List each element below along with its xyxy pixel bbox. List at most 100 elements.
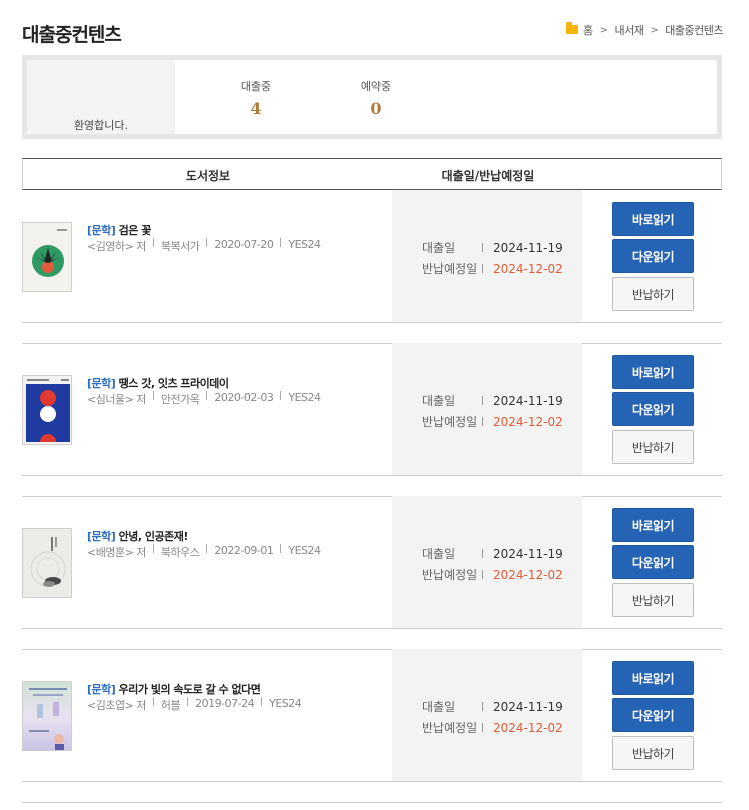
loan-summary-box: 환영합니다. 대출중 4 예약중 0 (22, 55, 722, 139)
table-row: [문학] 땡스 갓, 잇츠 프라이데이 <심너울> 저 안전가옥 2020-02… (22, 343, 722, 476)
date-divider (482, 723, 483, 732)
meta-divider (152, 391, 154, 400)
book-pub-date: 2022-09-01 (214, 544, 274, 557)
due-date-label: 반납예정일 (422, 721, 478, 735)
return-button[interactable]: 반납하기 (612, 430, 694, 464)
meta-divider (280, 544, 282, 553)
table-row: [문학] 안녕, 인공존재! <배명훈> 저 북하우스 2022-09-01 Y… (22, 496, 722, 629)
download-read-button[interactable]: 다운읽기 (612, 545, 694, 579)
due-date-line: 반납예정일 2024-12-02 (422, 413, 563, 430)
book-cover[interactable] (22, 681, 72, 751)
return-button[interactable]: 반납하기 (612, 583, 694, 617)
download-read-button[interactable]: 다운읽기 (612, 392, 694, 426)
loan-date-line: 대출일 2024-11-19 (422, 545, 563, 562)
loan-date-line: 대출일 2024-11-19 (422, 698, 563, 715)
book-cover-image (23, 376, 71, 444)
due-date-label: 반납예정일 (422, 262, 478, 276)
loan-date-value: 2024-11-19 (493, 240, 563, 255)
download-read-button[interactable]: 다운읽기 (612, 239, 694, 273)
book-cover[interactable] (22, 375, 72, 445)
loan-date-label: 대출일 (422, 394, 456, 408)
book-cover[interactable] (22, 528, 72, 598)
stat-label: 예약중 (360, 80, 392, 93)
book-category: [문학] (87, 530, 116, 543)
date-cell: 대출일 2024-11-19 반납예정일 2024-12-02 (392, 343, 582, 475)
book-author: <김초엽> 저 (87, 699, 146, 712)
date-divider (482, 243, 483, 252)
read-now-button[interactable]: 바로읽기 (612, 661, 694, 695)
meta-divider (206, 391, 208, 400)
book-publisher: 복복서가 (160, 240, 200, 253)
stat-loaned: 대출중 4 (216, 78, 296, 118)
page-title: 대출중컨텐츠 (22, 24, 122, 46)
table-row: [문학] 우리가 빛의 속도로 갈 수 없다면 <김초엽> 저 허블 2019-… (22, 649, 722, 782)
chevron-right-icon: > (650, 24, 659, 36)
header-dates: 대출일/반납예정일 (441, 169, 535, 183)
loan-date-value: 2024-11-19 (493, 393, 563, 408)
date-divider (482, 702, 483, 711)
stat-value[interactable]: 0 (336, 99, 416, 118)
book-vendor: YES24 (288, 391, 321, 404)
book-title[interactable]: [문학] 검은 꽃 (87, 222, 151, 238)
read-now-button[interactable]: 바로읽기 (612, 355, 694, 389)
read-now-button[interactable]: 바로읽기 (612, 202, 694, 236)
book-category: [문학] (87, 377, 116, 390)
due-date-value: 2024-12-02 (493, 720, 563, 735)
welcome-text: 환영합니다. (73, 119, 129, 132)
meta-divider (280, 238, 282, 247)
date-cell: 대출일 2024-11-19 반납예정일 2024-12-02 (392, 649, 582, 781)
book-title-text: 땡스 갓, 잇츠 프라이데이 (118, 377, 229, 390)
book-cover[interactable] (22, 222, 72, 292)
book-title[interactable]: [문학] 안녕, 인공존재! (87, 528, 188, 544)
date-divider (482, 570, 483, 579)
book-title-text: 검은 꽃 (118, 224, 152, 237)
book-publisher: 북하우스 (160, 546, 200, 559)
breadcrumb-current: 대출중컨텐츠 (665, 24, 723, 37)
due-date-value: 2024-12-02 (493, 414, 563, 429)
folder-home-icon (565, 21, 578, 34)
book-title[interactable]: [문학] 땡스 갓, 잇츠 프라이데이 (87, 375, 229, 391)
book-author: <배명훈> 저 (87, 546, 146, 559)
date-divider (482, 549, 483, 558)
due-date-line: 반납예정일 2024-12-02 (422, 566, 563, 583)
stat-value[interactable]: 4 (216, 99, 296, 118)
loan-date-label: 대출일 (422, 700, 456, 714)
book-vendor: YES24 (269, 697, 302, 710)
stat-label: 대출중 (240, 80, 272, 93)
meta-divider (206, 544, 208, 553)
download-read-button[interactable]: 다운읽기 (612, 698, 694, 732)
table-row: [문학] 검은 꽃 <김영하> 저 복복서가 2020-07-20 YES24 … (22, 190, 722, 323)
book-cover-image (23, 223, 71, 291)
loan-date-value: 2024-11-19 (493, 546, 563, 561)
meta-divider (152, 238, 154, 247)
breadcrumb-home[interactable]: 홈 (583, 22, 593, 38)
date-divider (482, 396, 483, 405)
breadcrumb-library[interactable]: 내서재 (615, 22, 644, 38)
loan-date-label: 대출일 (422, 547, 456, 561)
book-category: [문학] (87, 224, 116, 237)
book-publisher: 안전가옥 (160, 393, 200, 406)
loan-date-line: 대출일 2024-11-19 (422, 239, 563, 256)
meta-divider (280, 391, 282, 400)
return-button[interactable]: 반납하기 (612, 736, 694, 770)
book-title[interactable]: [문학] 우리가 빛의 속도로 갈 수 없다면 (87, 681, 261, 697)
book-pub-date: 2019-07-24 (195, 697, 255, 710)
date-divider (482, 417, 483, 426)
read-now-button[interactable]: 바로읽기 (612, 508, 694, 542)
due-date-value: 2024-12-02 (493, 261, 563, 276)
book-meta: <심너울> 저 안전가옥 2020-02-03 YES24 (87, 391, 321, 407)
chevron-right-icon: > (599, 24, 608, 36)
date-cell: 대출일 2024-11-19 반납예정일 2024-12-02 (392, 496, 582, 628)
book-pub-date: 2020-02-03 (214, 391, 274, 404)
meta-divider (152, 697, 154, 706)
due-date-label: 반납예정일 (422, 415, 478, 429)
book-publisher: 허블 (160, 699, 181, 712)
book-category: [문학] (87, 683, 116, 696)
header-book-info: 도서정보 (185, 169, 231, 183)
book-cover-image (23, 529, 71, 597)
return-button[interactable]: 반납하기 (612, 277, 694, 311)
due-date-line: 반납예정일 2024-12-02 (422, 719, 563, 736)
book-title-text: 우리가 빛의 속도로 갈 수 없다면 (118, 683, 261, 696)
loan-date-label: 대출일 (422, 241, 456, 255)
book-pub-date: 2020-07-20 (214, 238, 274, 251)
